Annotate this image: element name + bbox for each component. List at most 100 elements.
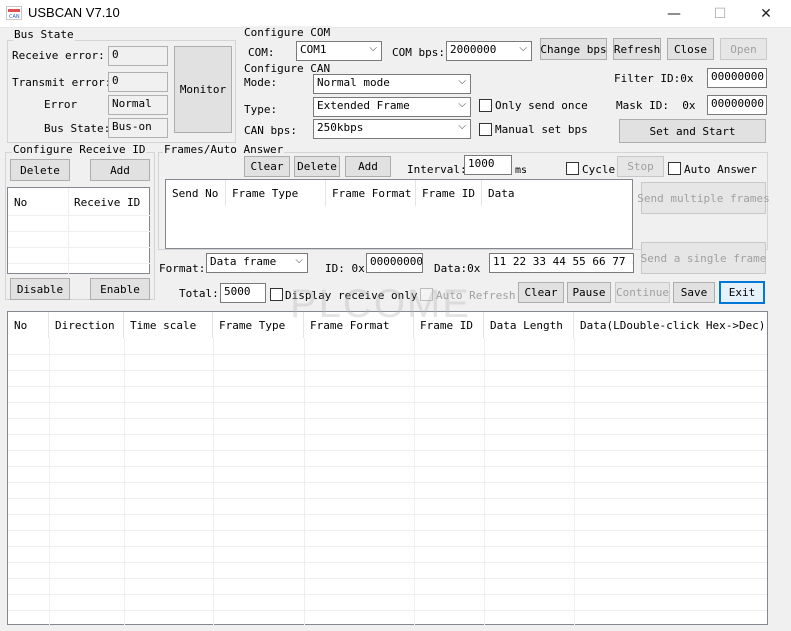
frame-type-select[interactable]: Extended Frame ⌵: [313, 97, 471, 117]
configure-com-label: Configure COM: [243, 26, 332, 39]
cycle-checkbox[interactable]: [566, 162, 579, 175]
watermark: PLCOME: [290, 282, 471, 326]
display-receive-only-checkbox[interactable]: [270, 288, 283, 301]
filter-id-label: Filter ID:0x: [614, 72, 694, 85]
recv-col-time-scale[interactable]: Time scale: [124, 312, 213, 338]
stop-button[interactable]: Stop: [617, 156, 664, 177]
manual-set-bps-checkbox[interactable]: [479, 123, 492, 136]
cycle-label: Cycle: [582, 163, 616, 176]
usbcan-app-icon: CAN: [6, 6, 22, 20]
close-window-icon[interactable]: ✕: [743, 0, 789, 28]
change-bps-button[interactable]: Change bps: [540, 38, 607, 60]
can-bps-label: CAN bps:: [244, 124, 297, 137]
title-bar: CAN USBCAN V7.10 — ☐ ✕: [0, 0, 791, 28]
transmit-error-label: Transmit error:: [12, 76, 112, 89]
com-bps-value: 2000000: [450, 43, 497, 56]
chevron-down-icon: ⌵: [458, 76, 466, 87]
chevron-down-icon: ⌵: [458, 121, 466, 132]
send-id-field[interactable]: 00000000: [366, 253, 423, 273]
configure-receive-id-label: Configure Receive ID: [12, 143, 147, 156]
format-label: Format:: [159, 262, 206, 275]
mask-id-label: Mask ID: 0x: [616, 99, 696, 112]
recv-col-direction[interactable]: Direction: [49, 312, 124, 338]
mode-value: Normal mode: [317, 76, 390, 89]
recv-col-data-length[interactable]: Data Length: [484, 312, 574, 338]
pause-button[interactable]: Pause: [567, 282, 611, 303]
chevron-down-icon: ⌵: [369, 43, 377, 54]
frames-col-data[interactable]: Data: [482, 180, 634, 206]
frames-add-button[interactable]: Add: [345, 156, 391, 177]
chevron-down-icon: ⌵: [295, 255, 303, 266]
send-multiple-frames-button[interactable]: Send multiple frames: [637, 182, 770, 214]
bus-state-field: Bus-on: [108, 118, 168, 138]
open-port-button[interactable]: Open: [720, 38, 767, 60]
window-title: USBCAN V7.10: [28, 5, 120, 20]
interval-field[interactable]: 1000: [464, 155, 512, 175]
receive-error-label: Receive error:: [12, 49, 105, 62]
recv-col-no[interactable]: No: [8, 312, 49, 338]
can-bps-select[interactable]: 250kbps ⌵: [313, 119, 471, 139]
filter-id-field[interactable]: 00000000: [707, 68, 767, 88]
frames-list-header: Send No Frame Type Frame Format Frame ID…: [166, 180, 634, 206]
frames-col-frame-type[interactable]: Frame Type: [226, 180, 326, 206]
error-label: Error: [44, 98, 78, 111]
continue-button[interactable]: Continue: [615, 282, 670, 303]
receive-clear-button[interactable]: Clear: [518, 282, 564, 303]
com-port-value: COM1: [300, 43, 327, 56]
com-port-select[interactable]: COM1 ⌵: [296, 41, 382, 61]
receive-id-delete-button[interactable]: Delete: [10, 159, 70, 181]
recv-col-data[interactable]: Data(LDouble-click Hex->Dec): [574, 312, 767, 338]
exit-button[interactable]: Exit: [719, 281, 765, 304]
format-value: Data frame: [210, 255, 277, 268]
com-label: COM:: [248, 46, 275, 59]
receive-table[interactable]: No Direction Time scale Frame Type Frame…: [7, 311, 768, 626]
enable-button[interactable]: Enable: [90, 278, 150, 300]
frames-col-frame-id[interactable]: Frame ID: [416, 180, 482, 206]
frames-auto-answer-label: Frames/Auto Answer: [163, 143, 285, 156]
chevron-down-icon: ⌵: [519, 43, 527, 54]
frames-col-frame-format[interactable]: Frame Format: [326, 180, 416, 206]
interval-label: Interval:: [407, 163, 467, 176]
send-data-field[interactable]: 11 22 33 44 55 66 77 88: [489, 253, 634, 273]
receive-id-col-id: Receive ID: [74, 196, 141, 209]
frames-col-send-no[interactable]: Send No: [166, 180, 226, 206]
frames-clear-button[interactable]: Clear: [244, 156, 290, 177]
com-bps-label: COM bps:: [392, 46, 445, 59]
bus-state-label: Bus State:: [44, 122, 111, 135]
mode-select[interactable]: Normal mode ⌵: [313, 74, 471, 94]
save-button[interactable]: Save: [673, 282, 715, 303]
auto-answer-label: Auto Answer: [684, 163, 757, 176]
receive-id-list[interactable]: No Receive ID: [7, 187, 151, 275]
auto-answer-checkbox[interactable]: [668, 162, 681, 175]
com-bps-select[interactable]: 2000000 ⌵: [446, 41, 532, 61]
total-field[interactable]: 5000: [220, 283, 266, 303]
format-select[interactable]: Data frame ⌵: [206, 253, 308, 273]
frames-delete-button[interactable]: Delete: [294, 156, 340, 177]
receive-id-col-no: No: [14, 196, 28, 209]
maximize-icon[interactable]: ☐: [697, 0, 743, 28]
data-label: Data:0x: [434, 262, 481, 275]
mask-id-field[interactable]: 00000000: [707, 95, 767, 115]
set-and-start-button[interactable]: Set and Start: [619, 119, 766, 143]
refresh-button[interactable]: Refresh: [613, 38, 661, 60]
chevron-down-icon: ⌵: [458, 99, 466, 110]
minimize-icon[interactable]: —: [651, 0, 697, 28]
monitor-button[interactable]: Monitor: [174, 46, 232, 133]
frame-type-value: Extended Frame: [317, 99, 410, 112]
only-send-once-label: Only send once: [495, 99, 588, 112]
transmit-error-field: 0: [108, 72, 168, 92]
interval-unit: ms: [515, 165, 528, 176]
frames-list[interactable]: Send No Frame Type Frame Format Frame ID…: [165, 179, 633, 249]
only-send-once-checkbox[interactable]: [479, 99, 492, 112]
id-label: ID: 0x: [325, 262, 365, 275]
total-label: Total:: [179, 287, 219, 300]
manual-set-bps-label: Manual set bps: [495, 123, 588, 136]
receive-id-add-button[interactable]: Add: [90, 159, 150, 181]
error-field: Normal: [108, 95, 168, 115]
send-single-frame-button[interactable]: Send a single frame: [641, 242, 766, 274]
disable-button[interactable]: Disable: [10, 278, 70, 300]
mode-label: Mode:: [244, 76, 278, 89]
close-port-button[interactable]: Close: [667, 38, 714, 60]
can-bps-value: 250kbps: [317, 121, 364, 134]
bus-state-group-label: Bus State: [13, 28, 75, 41]
